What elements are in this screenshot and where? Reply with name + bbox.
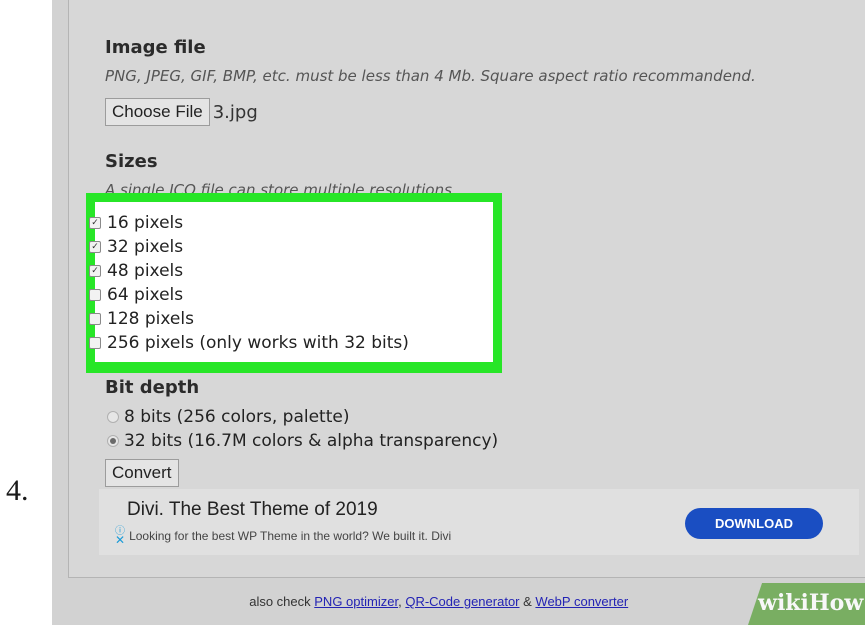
ad-subtitle: Looking for the best WP Theme in the wor… — [129, 529, 452, 543]
step-number: 4. — [6, 474, 29, 507]
size-option-16[interactable]: ✓ 16 pixels — [89, 211, 409, 235]
png-optimizer-link[interactable]: PNG optimizer — [314, 594, 398, 609]
image-file-heading: Image file — [105, 37, 206, 58]
file-input-row: Choose File 3.jpg — [105, 98, 258, 126]
download-button[interactable]: DOWNLOAD — [685, 508, 823, 539]
radio-selected[interactable] — [107, 435, 119, 447]
radio-unselected[interactable] — [107, 411, 119, 423]
size-option-256[interactable]: 256 pixels (only works with 32 bits) — [89, 331, 409, 355]
checkbox-checked[interactable]: ✓ — [89, 265, 101, 277]
checkbox-checked[interactable]: ✓ — [89, 241, 101, 253]
sizes-heading: Sizes — [105, 151, 158, 172]
sizes-checkbox-list: ✓ 16 pixels ✓ 32 pixels ✓ 48 pixels 64 p… — [89, 211, 409, 355]
ad-subtitle-row: ⓘ ✕ Looking for the best WP Theme in the… — [115, 527, 452, 547]
size-option-64[interactable]: 64 pixels — [89, 283, 409, 307]
bit-depth-radio-list: 8 bits (256 colors, palette) 32 bits (16… — [107, 405, 498, 453]
ad-banner[interactable]: Divi. The Best Theme of 2019 ⓘ ✕ Looking… — [99, 489, 859, 555]
size-option-128[interactable]: 128 pixels — [89, 307, 409, 331]
converter-form-panel: Image file PNG, JPEG, GIF, BMP, etc. mus… — [68, 0, 865, 578]
close-icon[interactable]: ✕ — [115, 534, 125, 546]
webp-converter-link[interactable]: WebP converter — [535, 594, 628, 609]
selected-file-name: 3.jpg — [212, 101, 258, 123]
checkbox-checked[interactable]: ✓ — [89, 217, 101, 229]
convert-button[interactable]: Convert — [105, 459, 179, 487]
size-option-32[interactable]: ✓ 32 pixels — [89, 235, 409, 259]
wikihow-watermark: wikiHow — [748, 583, 865, 625]
bit-depth-option-32[interactable]: 32 bits (16.7M colors & alpha transparen… — [107, 429, 498, 453]
qr-code-generator-link[interactable]: QR-Code generator — [405, 594, 519, 609]
bit-depth-heading: Bit depth — [105, 377, 200, 398]
image-file-note: PNG, JPEG, GIF, BMP, etc. must be less t… — [105, 67, 756, 85]
browser-screen: Image file PNG, JPEG, GIF, BMP, etc. mus… — [52, 0, 865, 625]
checkbox-unchecked[interactable] — [89, 337, 101, 349]
checkbox-unchecked[interactable] — [89, 289, 101, 301]
ad-title[interactable]: Divi. The Best Theme of 2019 — [127, 499, 378, 521]
choose-file-button[interactable]: Choose File — [105, 98, 210, 126]
size-option-48[interactable]: ✓ 48 pixels — [89, 259, 409, 283]
footer-links: also check PNG optimizer, QR-Code genera… — [249, 594, 629, 609]
checkbox-unchecked[interactable] — [89, 313, 101, 325]
bit-depth-option-8[interactable]: 8 bits (256 colors, palette) — [107, 405, 498, 429]
